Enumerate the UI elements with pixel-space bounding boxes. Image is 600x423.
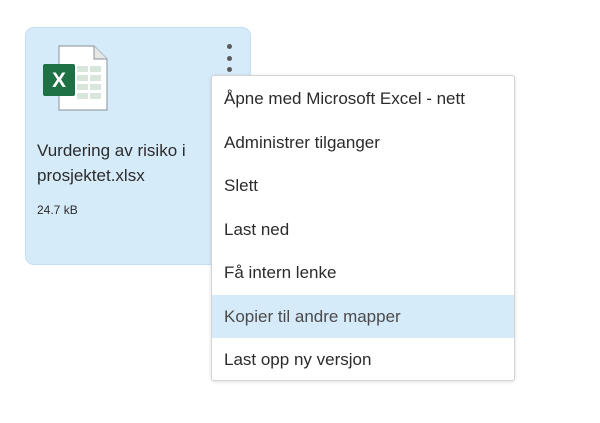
menu-item-upload-new-version[interactable]: Last opp ny versjon [212,338,514,382]
file-browser: X Vurdering av risiko i prosjektet.xlsx … [0,0,600,423]
more-options-icon[interactable] [222,44,236,72]
menu-item-copy-to-folders[interactable]: Kopier til andre mapper [212,294,514,338]
menu-item-get-internal-link[interactable]: Få intern lenke [212,251,514,295]
menu-item-open-in-excel[interactable]: Åpne med Microsoft Excel - nett [212,77,514,121]
excel-icon-letter: X [52,69,66,92]
menu-item-delete[interactable]: Slett [212,164,514,208]
menu-item-manage-access[interactable]: Administrer tilganger [212,121,514,165]
kebab-dot [226,44,232,49]
kebab-dot [226,55,232,61]
file-size: 24.7 kB [37,203,78,217]
kebab-dot [226,67,232,72]
menu-item-download[interactable]: Last ned [212,208,514,252]
excel-file-icon: X [43,45,108,111]
context-menu: Åpne med Microsoft Excel - nett Administ… [211,75,515,381]
